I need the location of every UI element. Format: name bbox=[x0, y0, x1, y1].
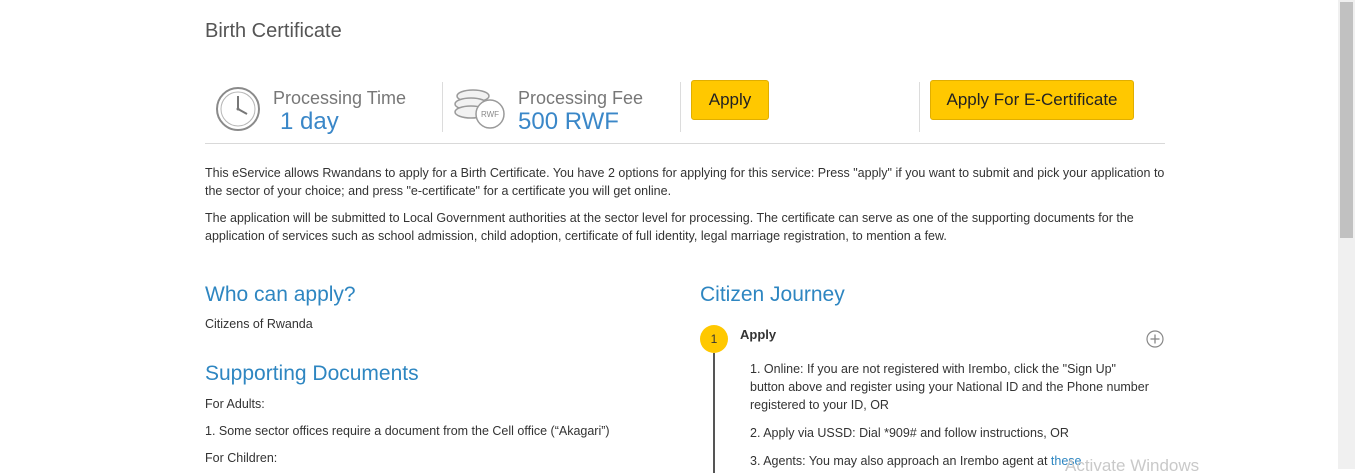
processing-time-value: 1 day bbox=[280, 108, 339, 135]
adults-document-item: 1. Some sector offices require a documen… bbox=[205, 424, 610, 438]
coins-icon: RWF bbox=[454, 89, 505, 129]
expand-plus-icon[interactable] bbox=[1146, 330, 1164, 348]
activate-windows-watermark: Activate Windows bbox=[1065, 456, 1200, 475]
page-title: Birth Certificate bbox=[205, 20, 342, 42]
who-can-apply-text: Citizens of Rwanda bbox=[205, 317, 313, 331]
children-label: For Children: bbox=[205, 451, 278, 465]
coin-currency-label: RWF bbox=[481, 110, 499, 119]
journey-item-online: 1. Online: If you are not registered wit… bbox=[750, 362, 1149, 412]
scrollbar-thumb[interactable] bbox=[1340, 2, 1353, 238]
who-can-apply-heading: Who can apply? bbox=[205, 283, 356, 306]
journey-item-ussd: 2. Apply via USSD: Dial *909# and follow… bbox=[750, 426, 1069, 440]
journey-item-agents-text: 3. Agents: You may also approach an Irem… bbox=[750, 454, 1051, 468]
divider bbox=[442, 82, 443, 132]
step-number-badge: 1 bbox=[700, 325, 728, 353]
service-info-bar: Processing Time 1 day RWF Processing Fee… bbox=[205, 78, 1165, 144]
supporting-documents-heading: Supporting Documents bbox=[205, 362, 419, 385]
adults-label: For Adults: bbox=[205, 397, 265, 411]
journey-timeline-line bbox=[713, 353, 715, 473]
clock-icon bbox=[216, 87, 260, 131]
divider bbox=[919, 82, 920, 132]
citizen-journey-heading: Citizen Journey bbox=[700, 283, 845, 306]
service-description-detail: The application will be submitted to Loc… bbox=[205, 211, 1134, 243]
apply-e-certificate-button[interactable]: Apply For E-Certificate bbox=[930, 80, 1134, 120]
processing-fee-value: 500 RWF bbox=[518, 108, 619, 135]
processing-time-label: Processing Time bbox=[273, 88, 407, 108]
vertical-scrollbar[interactable] bbox=[1338, 0, 1355, 469]
processing-fee-label: Processing Fee bbox=[518, 88, 644, 108]
step-title: Apply bbox=[740, 327, 777, 342]
apply-button[interactable]: Apply bbox=[691, 80, 769, 120]
divider bbox=[680, 82, 681, 132]
service-description: This eService allows Rwandans to apply f… bbox=[205, 166, 1165, 198]
